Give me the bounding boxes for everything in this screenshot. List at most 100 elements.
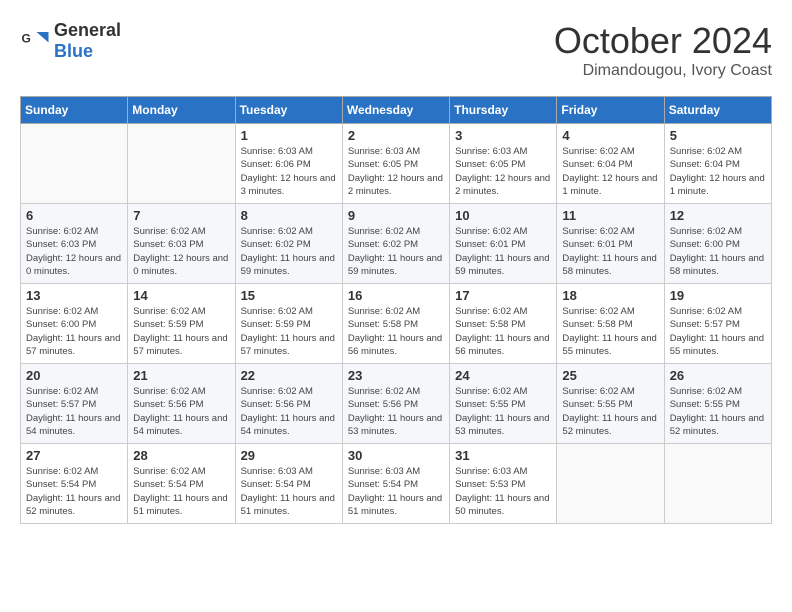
calendar-day-cell: 9 Sunrise: 6:02 AMSunset: 6:02 PMDaylight… xyxy=(342,204,449,284)
calendar-day-cell: 16Sunrise: 6:02 AMSunset: 5:58 PMDayligh… xyxy=(342,284,449,364)
calendar-day-cell: 25 Sunrise: 6:02 AMSunset: 5:55 PMDayligh… xyxy=(557,364,664,444)
day-info: Sunrise: 6:02 AMSunset: 5:56 PMDaylight:… xyxy=(133,385,229,438)
day-number: 1 xyxy=(241,128,337,143)
day-number: 10 xyxy=(455,208,551,223)
day-info: Sunrise: 6:02 AMSunset: 6:03 PMDaylight:… xyxy=(133,225,229,278)
day-number: 9 xyxy=(348,208,444,223)
day-info: Sunrise: 6:02 AMSunset: 6:00 PMDaylight:… xyxy=(26,305,122,358)
calendar-day-cell: 5Sunrise: 6:02 AMSunset: 6:04 PMDaylight… xyxy=(664,124,771,204)
calendar-day-cell: 14 Sunrise: 6:02 AMSunset: 5:59 PMDayligh… xyxy=(128,284,235,364)
day-number: 4 xyxy=(562,128,658,143)
weekday-header-cell: Wednesday xyxy=(342,97,449,124)
weekday-header-cell: Friday xyxy=(557,97,664,124)
day-info: Sunrise: 6:02 AMSunset: 5:56 PMDaylight:… xyxy=(348,385,444,438)
day-number: 11 xyxy=(562,208,658,223)
day-info: Sunrise: 6:02 AMSunset: 6:04 PMDaylight:… xyxy=(562,145,658,198)
day-number: 24 xyxy=(455,368,551,383)
day-info: Sunrise: 6:02 AMSunset: 5:54 PMDaylight:… xyxy=(133,465,229,518)
day-info: Sunrise: 6:02 AMSunset: 5:55 PMDaylight:… xyxy=(562,385,658,438)
calendar-day-cell: 20 Sunrise: 6:02 AMSunset: 5:57 PMDayligh… xyxy=(21,364,128,444)
day-number: 18 xyxy=(562,288,658,303)
day-info: Sunrise: 6:02 AMSunset: 6:02 PMDaylight:… xyxy=(348,225,444,278)
day-number: 30 xyxy=(348,448,444,463)
svg-text:G: G xyxy=(22,32,31,46)
calendar-day-cell: 8 Sunrise: 6:02 AMSunset: 6:02 PMDaylight… xyxy=(235,204,342,284)
calendar-week-row: 6 Sunrise: 6:02 AMSunset: 6:03 PMDaylight… xyxy=(21,204,772,284)
calendar-week-row: 20 Sunrise: 6:02 AMSunset: 5:57 PMDayligh… xyxy=(21,364,772,444)
day-number: 23 xyxy=(348,368,444,383)
calendar-day-cell: 11 Sunrise: 6:02 AMSunset: 6:01 PMDayligh… xyxy=(557,204,664,284)
calendar-body: 1Sunrise: 6:03 AMSunset: 6:06 PMDaylight… xyxy=(21,124,772,524)
day-number: 7 xyxy=(133,208,229,223)
calendar-week-row: 1Sunrise: 6:03 AMSunset: 6:06 PMDaylight… xyxy=(21,124,772,204)
day-number: 25 xyxy=(562,368,658,383)
calendar-day-cell: 1Sunrise: 6:03 AMSunset: 6:06 PMDaylight… xyxy=(235,124,342,204)
weekday-header-cell: Sunday xyxy=(21,97,128,124)
calendar-day-cell: 23 Sunrise: 6:02 AMSunset: 5:56 PMDayligh… xyxy=(342,364,449,444)
calendar-day-cell xyxy=(557,444,664,524)
day-info: Sunrise: 6:02 AMSunset: 6:04 PMDaylight:… xyxy=(670,145,766,198)
day-info: Sunrise: 6:03 AMSunset: 6:05 PMDaylight:… xyxy=(348,145,444,198)
calendar-day-cell: 19 Sunrise: 6:02 AMSunset: 5:57 PMDayligh… xyxy=(664,284,771,364)
day-number: 8 xyxy=(241,208,337,223)
weekday-header-cell: Tuesday xyxy=(235,97,342,124)
calendar-day-cell: 26Sunrise: 6:02 AMSunset: 5:55 PMDayligh… xyxy=(664,364,771,444)
title-area: October 2024 Dimandougou, Ivory Coast xyxy=(554,20,772,80)
day-number: 26 xyxy=(670,368,766,383)
day-info: Sunrise: 6:02 AMSunset: 6:02 PMDaylight:… xyxy=(241,225,337,278)
header: G General Blue October 2024 Dimandougou,… xyxy=(20,20,772,80)
day-info: Sunrise: 6:02 AMSunset: 5:59 PMDaylight:… xyxy=(133,305,229,358)
day-number: 29 xyxy=(241,448,337,463)
calendar-day-cell: 2 Sunrise: 6:03 AMSunset: 6:05 PMDaylight… xyxy=(342,124,449,204)
calendar-day-cell xyxy=(664,444,771,524)
calendar-day-cell: 12 Sunrise: 6:02 AMSunset: 6:00 PMDayligh… xyxy=(664,204,771,284)
day-info: Sunrise: 6:02 AMSunset: 6:01 PMDaylight:… xyxy=(562,225,658,278)
calendar-day-cell: 18 Sunrise: 6:02 AMSunset: 5:58 PMDayligh… xyxy=(557,284,664,364)
calendar-week-row: 13 Sunrise: 6:02 AMSunset: 6:00 PMDayligh… xyxy=(21,284,772,364)
logo-text: General Blue xyxy=(54,20,121,62)
day-info: Sunrise: 6:02 AMSunset: 5:57 PMDaylight:… xyxy=(26,385,122,438)
day-number: 2 xyxy=(348,128,444,143)
weekday-header-cell: Thursday xyxy=(450,97,557,124)
calendar-day-cell: 21Sunrise: 6:02 AMSunset: 5:56 PMDayligh… xyxy=(128,364,235,444)
day-number: 15 xyxy=(241,288,337,303)
calendar-day-cell: 6 Sunrise: 6:02 AMSunset: 6:03 PMDaylight… xyxy=(21,204,128,284)
day-info: Sunrise: 6:02 AMSunset: 5:54 PMDaylight:… xyxy=(26,465,122,518)
calendar-day-cell: 15Sunrise: 6:02 AMSunset: 5:59 PMDayligh… xyxy=(235,284,342,364)
calendar-day-cell: 4 Sunrise: 6:02 AMSunset: 6:04 PMDaylight… xyxy=(557,124,664,204)
day-info: Sunrise: 6:02 AMSunset: 5:57 PMDaylight:… xyxy=(670,305,766,358)
day-info: Sunrise: 6:02 AMSunset: 5:56 PMDaylight:… xyxy=(241,385,337,438)
calendar-day-cell: 24 Sunrise: 6:02 AMSunset: 5:55 PMDayligh… xyxy=(450,364,557,444)
day-info: Sunrise: 6:02 AMSunset: 6:01 PMDaylight:… xyxy=(455,225,551,278)
calendar-day-cell: 13 Sunrise: 6:02 AMSunset: 6:00 PMDayligh… xyxy=(21,284,128,364)
day-info: Sunrise: 6:02 AMSunset: 5:55 PMDaylight:… xyxy=(455,385,551,438)
location-subtitle: Dimandougou, Ivory Coast xyxy=(554,62,772,80)
day-number: 13 xyxy=(26,288,122,303)
calendar-day-cell: 7 Sunrise: 6:02 AMSunset: 6:03 PMDaylight… xyxy=(128,204,235,284)
day-info: Sunrise: 6:03 AMSunset: 5:54 PMDaylight:… xyxy=(241,465,337,518)
day-number: 20 xyxy=(26,368,122,383)
day-number: 12 xyxy=(670,208,766,223)
weekday-header-row: SundayMondayTuesdayWednesdayThursdayFrid… xyxy=(21,97,772,124)
calendar-day-cell: 17Sunrise: 6:02 AMSunset: 5:58 PMDayligh… xyxy=(450,284,557,364)
day-number: 27 xyxy=(26,448,122,463)
calendar-day-cell: 28 Sunrise: 6:02 AMSunset: 5:54 PMDayligh… xyxy=(128,444,235,524)
calendar-day-cell xyxy=(128,124,235,204)
day-number: 17 xyxy=(455,288,551,303)
day-info: Sunrise: 6:02 AMSunset: 6:00 PMDaylight:… xyxy=(670,225,766,278)
day-number: 28 xyxy=(133,448,229,463)
day-info: Sunrise: 6:02 AMSunset: 5:58 PMDaylight:… xyxy=(562,305,658,358)
calendar-day-cell: 22Sunrise: 6:02 AMSunset: 5:56 PMDayligh… xyxy=(235,364,342,444)
calendar-day-cell: 30Sunrise: 6:03 AMSunset: 5:54 PMDayligh… xyxy=(342,444,449,524)
day-number: 14 xyxy=(133,288,229,303)
calendar-day-cell xyxy=(21,124,128,204)
day-number: 31 xyxy=(455,448,551,463)
day-number: 6 xyxy=(26,208,122,223)
day-info: Sunrise: 6:02 AMSunset: 6:03 PMDaylight:… xyxy=(26,225,122,278)
calendar-table: SundayMondayTuesdayWednesdayThursdayFrid… xyxy=(20,96,772,524)
day-number: 16 xyxy=(348,288,444,303)
calendar-day-cell: 3Sunrise: 6:03 AMSunset: 6:05 PMDaylight… xyxy=(450,124,557,204)
day-info: Sunrise: 6:03 AMSunset: 6:05 PMDaylight:… xyxy=(455,145,551,198)
month-title: October 2024 xyxy=(554,20,772,62)
day-number: 19 xyxy=(670,288,766,303)
